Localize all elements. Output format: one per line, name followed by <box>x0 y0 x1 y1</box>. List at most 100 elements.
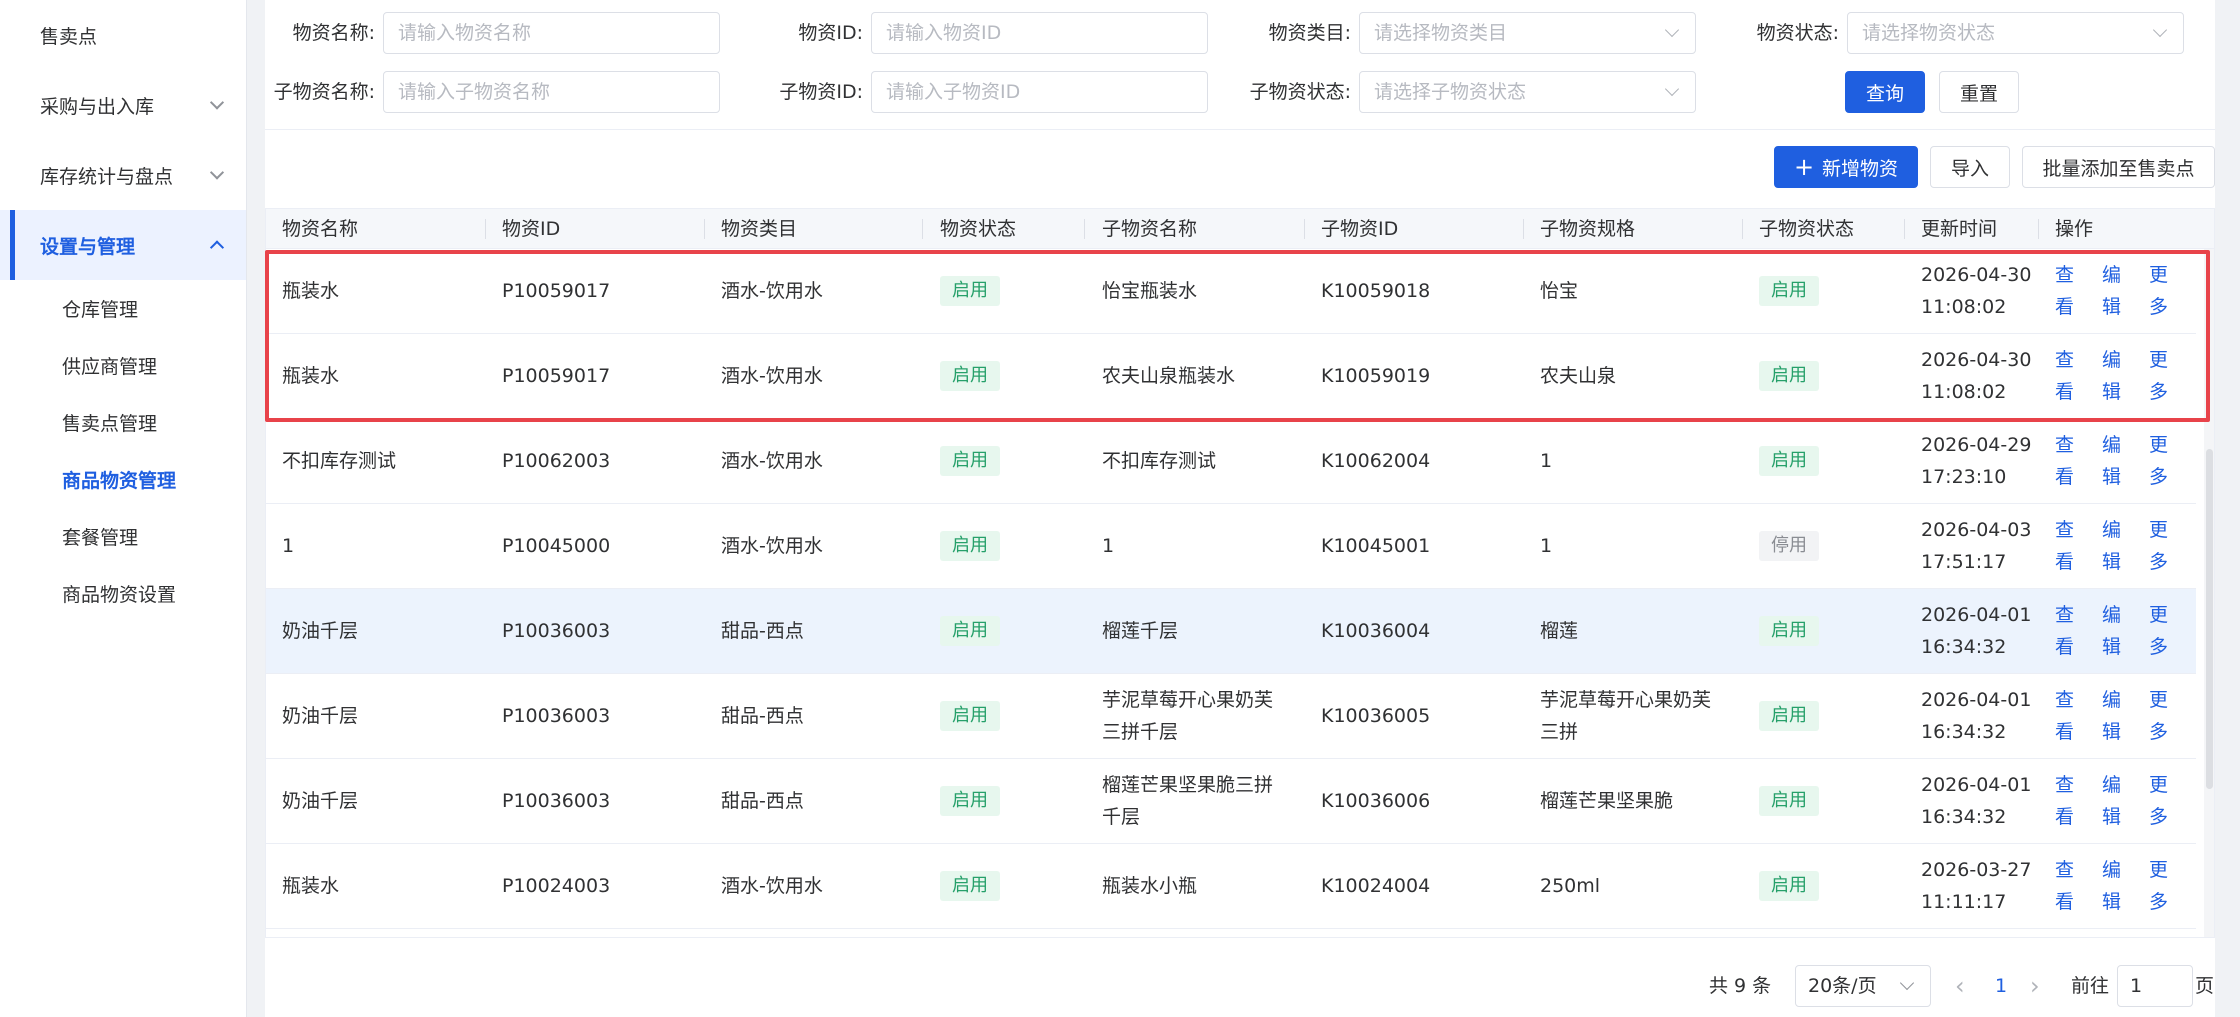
edit-link[interactable]: 编辑 <box>2102 344 2135 408</box>
sub-id-input[interactable]: 请输入子物资ID <box>871 71 1208 113</box>
cell-name: 瓶装水 <box>282 875 340 897</box>
status-label: 物资状态: <box>1756 22 1839 44</box>
page-number-current[interactable]: 1 <box>1995 965 2007 1007</box>
more-link[interactable]: 更多 <box>2149 684 2182 748</box>
pagination-total: 共 9 条 <box>1709 975 1772 997</box>
table-row[interactable]: 瓶装水 P10024003 酒水-饮用水 启用 瓶装水小瓶 K10024004 … <box>266 844 2196 929</box>
sub-name-label: 子物资名称: <box>273 81 375 103</box>
import-button[interactable]: 导入 <box>1930 146 2010 188</box>
table-row[interactable]: 奶油千层 P10036003 甜品-西点 启用 榴莲千层 K10036004 榴… <box>266 589 2196 674</box>
menu-procurement[interactable]: 采购与出入库 <box>0 70 246 140</box>
menu-settings[interactable]: 设置与管理 <box>0 210 246 280</box>
more-link[interactable]: 更多 <box>2149 514 2182 578</box>
add-material-button[interactable]: + 新增物资 <box>1774 146 1918 188</box>
table-row[interactable]: 1 P10045000 酒水-饮用水 启用 1 K10045001 1 停用 2… <box>266 504 2196 589</box>
edit-link[interactable]: 编辑 <box>2102 429 2135 493</box>
table-row[interactable]: 瓶装水 P10059017 酒水-饮用水 启用 农夫山泉瓶装水 K1005901… <box>266 334 2196 419</box>
table-row[interactable]: 不扣库存测试 P10062003 酒水-饮用水 启用 不扣库存测试 K10062… <box>266 419 2196 504</box>
menu-label: 采购与出入库 <box>40 95 155 118</box>
cell-status: 启用 <box>924 674 1000 758</box>
status-badge: 启用 <box>940 446 1000 476</box>
edit-link[interactable]: 编辑 <box>2102 599 2135 663</box>
table-row[interactable]: 奶油千层 P10036003 甜品-西点 启用 榴莲芒果坚果脆三拼千层 K100… <box>266 759 2196 844</box>
cell-sub-id: K10062004 <box>1321 450 1431 472</box>
menu-inventory[interactable]: 库存统计与盘点 <box>0 140 246 210</box>
cell-updated: 2026-04-01 16:34:32 <box>1905 674 2031 758</box>
sidebar-item-goods-materials[interactable]: 商品物资管理 <box>0 451 246 508</box>
chevron-down-icon <box>209 165 225 180</box>
edit-link[interactable]: 编辑 <box>2102 769 2135 833</box>
cell-status: 启用 <box>924 334 1000 418</box>
updated-time: 11:08:02 <box>1921 381 2007 403</box>
cell-status: 启用 <box>924 589 1000 673</box>
category-select[interactable]: 请选择物资类目 <box>1359 12 1696 54</box>
cell-sub-status: 启用 <box>1743 334 1819 418</box>
table-row[interactable]: 奶油千层 P10036003 甜品-西点 启用 芋泥草莓开心果奶芙三拼千层 K1… <box>266 674 2196 759</box>
table-scrollbar[interactable] <box>2204 249 2214 937</box>
view-link[interactable]: 查看 <box>2055 599 2088 663</box>
sidebar-item-sales-point[interactable]: 售卖点管理 <box>0 394 246 451</box>
sidebar-item-warehouse[interactable]: 仓库管理 <box>0 280 246 337</box>
filter-form: 物资名称: 请输入物资名称 物资ID: 请输入物资ID 物资类目: 请选择物资类… <box>265 0 2215 130</box>
cell-category: 酒水-饮用水 <box>721 535 823 557</box>
cell-spec: 芋泥草莓开心果奶芙三拼 <box>1540 689 1712 743</box>
cell-name: 不扣库存测试 <box>282 450 397 472</box>
reset-button[interactable]: 重置 <box>1939 71 2019 113</box>
cell-sub-name: 芋泥草莓开心果奶芙三拼千层 <box>1102 689 1274 743</box>
cell-spec: 榴莲 <box>1540 620 1579 642</box>
cell-sub-status: 启用 <box>1743 419 1819 503</box>
page-size-select[interactable]: 20条/页 <box>1795 965 1931 1007</box>
chevron-up-icon <box>209 240 225 255</box>
prev-page-icon[interactable]: ‹ <box>1955 974 1965 998</box>
edit-link[interactable]: 编辑 <box>2102 684 2135 748</box>
table-row[interactable]: 瓶装水 P10059017 酒水-饮用水 启用 怡宝瓶装水 K10059018 … <box>266 249 2196 334</box>
sub-status-select[interactable]: 请选择子物资状态 <box>1359 71 1696 113</box>
more-link[interactable]: 更多 <box>2149 769 2182 833</box>
sidebar-item-goods-settings[interactable]: 商品物资设置 <box>0 565 246 622</box>
batch-add-button[interactable]: 批量添加至售卖点 <box>2022 146 2215 188</box>
page-size-value: 20条/页 <box>1808 975 1877 997</box>
col-header: 物资类目 <box>721 218 798 240</box>
next-page-icon[interactable]: › <box>2030 974 2040 998</box>
view-link[interactable]: 查看 <box>2055 514 2088 578</box>
cell-sub-id: K10036005 <box>1321 705 1431 727</box>
cell-id: P10059017 <box>502 280 611 302</box>
view-link[interactable]: 查看 <box>2055 344 2088 408</box>
view-link[interactable]: 查看 <box>2055 684 2088 748</box>
sidebar-item-supplier[interactable]: 供应商管理 <box>0 337 246 394</box>
more-link[interactable]: 更多 <box>2149 854 2182 918</box>
cell-name: 瓶装水 <box>282 365 340 387</box>
more-link[interactable]: 更多 <box>2149 429 2182 493</box>
view-link[interactable]: 查看 <box>2055 769 2088 833</box>
cell-spec: 农夫山泉 <box>1540 365 1617 387</box>
menu-sales-points[interactable]: 售卖点 <box>0 0 246 70</box>
goto-page-input[interactable]: 1 <box>2117 965 2193 1007</box>
updated-time: 17:51:17 <box>1921 551 2007 573</box>
cell-status: 启用 <box>924 759 1000 843</box>
more-link[interactable]: 更多 <box>2149 259 2182 323</box>
updated-date: 2026-04-01 <box>1921 774 2032 796</box>
cell-spec: 1 <box>1540 535 1553 557</box>
edit-link[interactable]: 编辑 <box>2102 259 2135 323</box>
query-button[interactable]: 查询 <box>1845 71 1925 113</box>
view-link[interactable]: 查看 <box>2055 429 2088 493</box>
item-id-input[interactable]: 请输入物资ID <box>871 12 1208 54</box>
cell-sub-id: K10059019 <box>1321 365 1431 387</box>
scrollbar-thumb[interactable] <box>2206 449 2213 789</box>
cell-status: 启用 <box>924 249 1000 333</box>
sub-name-input[interactable]: 请输入子物资名称 <box>383 71 720 113</box>
status-badge: 启用 <box>940 361 1000 391</box>
cell-actions: 查看 编辑 更多 <box>2039 759 2196 843</box>
edit-link[interactable]: 编辑 <box>2102 854 2135 918</box>
edit-link[interactable]: 编辑 <box>2102 514 2135 578</box>
view-link[interactable]: 查看 <box>2055 259 2088 323</box>
more-link[interactable]: 更多 <box>2149 344 2182 408</box>
status-select[interactable]: 请选择物资状态 <box>1847 12 2184 54</box>
sidebar-item-combo[interactable]: 套餐管理 <box>0 508 246 565</box>
cell-actions: 查看 编辑 更多 <box>2039 844 2196 928</box>
more-link[interactable]: 更多 <box>2149 599 2182 663</box>
status-badge: 启用 <box>940 701 1000 731</box>
cell-status: 启用 <box>924 504 1000 588</box>
item-name-input[interactable]: 请输入物资名称 <box>383 12 720 54</box>
view-link[interactable]: 查看 <box>2055 854 2088 918</box>
